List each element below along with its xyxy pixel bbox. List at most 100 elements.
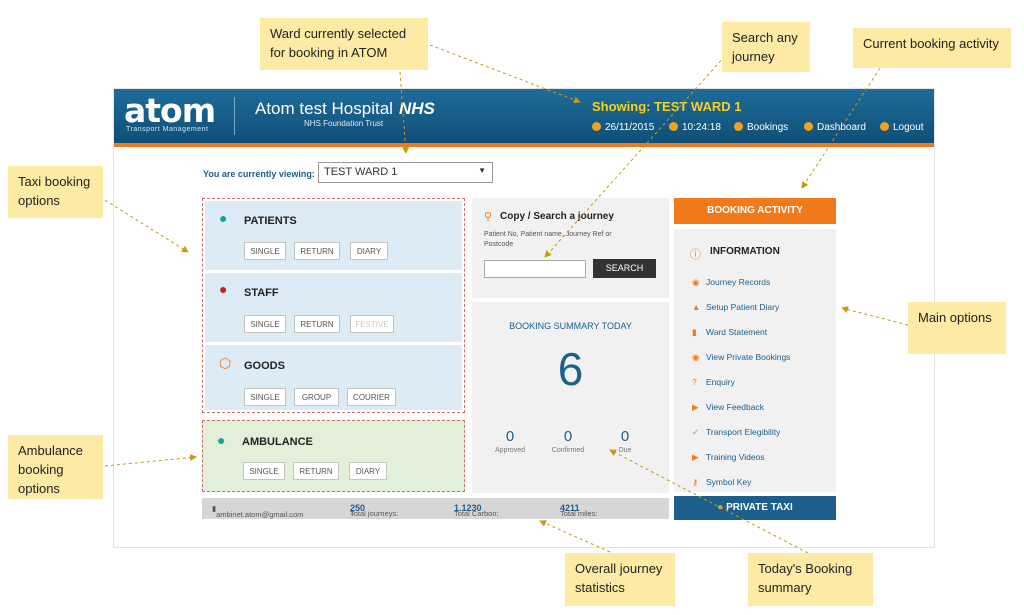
option-label: View Feedback [706,402,764,412]
thumbs-up-icon: ✓ [692,427,700,437]
ambulance-return-button[interactable]: RETURN [293,462,339,480]
search-title: Copy / Search a journey [500,211,614,222]
nav-dashboard-label: Dashboard [817,122,866,133]
approved-label: Approved [495,447,525,454]
miles-stat: Total miles: 4211 [560,503,598,518]
clock-icon [669,122,678,131]
journeys-label: Total journeys: [350,509,399,518]
private-taxi-button[interactable]: ● PRIVATE TAXI [674,496,836,520]
date-text: 26/11/2015 [605,122,655,133]
due-count: 0 [620,428,630,445]
dashboard-icon [804,122,813,131]
patients-section: ● PATIENTS SINGLE RETURN DIARY [205,201,462,270]
search-input[interactable] [484,260,586,278]
callout-today: Today's Booking summary [748,553,873,606]
atom-logo[interactable]: atom [124,94,216,127]
ambulance-title: AMBULANCE [242,436,313,448]
hospital-subtitle: NHS Foundation Trust [304,119,384,128]
option-label: View Private Bookings [706,352,791,362]
confirmed-count: 0 [563,428,573,445]
option-training-videos[interactable]: ▶ Training Videos [692,452,765,463]
goods-group-button[interactable]: GROUP [294,388,339,406]
carbon-stat: Total Carbon: 1.1230 [454,503,499,518]
journeys-stat: ● Total journeys: 250 [350,503,398,518]
play-icon: ▶ [692,452,699,462]
option-label: Training Videos [706,452,765,462]
staff-icon: ● [219,281,228,297]
arrow-right-icon: ▶ [692,402,699,412]
option-symbol-key[interactable]: ⚷ Symbol Key [692,477,752,488]
option-label: Transport Elegibility [706,427,781,437]
callout-ambulance: Ambulance booking options [8,435,103,499]
person-icon: ▲ [692,302,701,312]
option-journey-records[interactable]: ◉ Journey Records [692,277,771,288]
nav-bookings[interactable]: Bookings [734,122,788,133]
staff-festive-button[interactable]: FESTIVE [350,315,394,333]
callout-overall: Overall journey statistics [565,553,675,606]
bookings-icon [734,122,743,131]
patient-icon: ● [219,210,228,226]
ward-selected-value: TEST WARD 1 [324,166,398,178]
patients-return-button[interactable]: RETURN [294,242,340,260]
taxi-booking-panel: ● PATIENTS SINGLE RETURN DIARY ● STAFF S… [202,198,465,413]
ambulance-diary-button[interactable]: DIARY [349,462,387,480]
goods-section: ⬡ GOODS SINGLE GROUP COURIER [205,345,462,410]
logo-subtitle: Transport Management [126,126,209,133]
staff-single-button[interactable]: SINGLE [244,315,286,333]
confirmed-label: Confirmed [551,447,585,454]
top-bar: atom Transport Management Atom test Hosp… [114,89,934,147]
dropdown-caret-icon: ▼ [478,166,486,175]
option-setup-patient-diary[interactable]: ▲ Setup Patient Diary [692,302,779,312]
nav-logout[interactable]: Logout [880,122,924,133]
ward-select[interactable]: TEST WARD 1 ▼ [318,162,493,183]
callout-taxi: Taxi booking options [8,166,103,218]
user-email-text: ambinet.atom@gmail.com [216,510,304,519]
information-panel: ⓘ INFORMATION ◉ Journey Records ▲ Setup Pa… [674,229,836,492]
staff-return-button[interactable]: RETURN [294,315,340,333]
goods-courier-button[interactable]: COURIER [347,388,396,406]
time-text: 10:24:18 [682,122,721,133]
ambulance-icon: ● [217,432,226,448]
option-label: Enquiry [706,377,735,387]
booking-activity-button[interactable]: BOOKING ACTIVITY [674,198,836,224]
ambulance-single-button[interactable]: SINGLE [243,462,285,480]
search-button[interactable]: SEARCH [593,259,656,278]
search-icon: ⚲ [484,211,493,223]
time-display: 10:24:18 [669,122,721,133]
information-title: INFORMATION [710,246,780,257]
patients-diary-button[interactable]: DIARY [350,242,388,260]
ambulance-booking-panel: ● AMBULANCE SINGLE RETURN DIARY [202,420,465,492]
option-ward-statement[interactable]: ▮ Ward Statement [692,327,768,338]
option-enquiry[interactable]: ? Enquiry [692,377,735,387]
showing-ward: Showing: TEST WARD 1 [592,99,742,114]
date-display: 26/11/2015 [592,122,654,133]
viewing-label: You are currently viewing: [203,169,315,179]
booking-summary-panel: BOOKING SUMMARY TODAY 6 0 Approved 0 Con… [472,302,669,493]
user-email: ▮ ambinet.atom@gmail.com [212,504,304,519]
goods-title: GOODS [244,360,285,372]
option-label: Symbol Key [706,477,752,487]
private-taxi-label: PRIVATE TAXI [726,502,793,513]
callout-ward: Ward currently selected for booking in A… [260,18,428,70]
nhs-logo: NHS [399,99,435,118]
option-transport-elegibility[interactable]: ✓ Transport Elegibility [692,427,781,438]
due-label: Due [618,447,632,454]
option-view-private-bookings[interactable]: ◉ View Private Bookings [692,352,791,363]
calendar-icon [592,122,601,131]
approved-count: 0 [505,428,515,445]
carbon-label: Total Carbon: [454,509,499,518]
eye-icon: ◉ [692,277,700,287]
nav-dashboard[interactable]: Dashboard [804,122,866,133]
bar-chart-icon: ▮ [692,327,697,337]
patients-single-button[interactable]: SINGLE [244,242,286,260]
goods-single-button[interactable]: SINGLE [244,388,286,406]
app-window: atom Transport Management Atom test Hosp… [113,88,935,548]
key-icon: ⚷ [692,477,699,487]
option-label: Ward Statement [706,327,768,337]
callout-main: Main options [908,302,1006,354]
summary-total: 6 [557,343,584,395]
option-view-feedback[interactable]: ▶ View Feedback [692,402,764,413]
nav-bookings-label: Bookings [747,122,789,133]
package-icon: ⬡ [219,355,232,371]
option-label: Journey Records [706,277,771,287]
